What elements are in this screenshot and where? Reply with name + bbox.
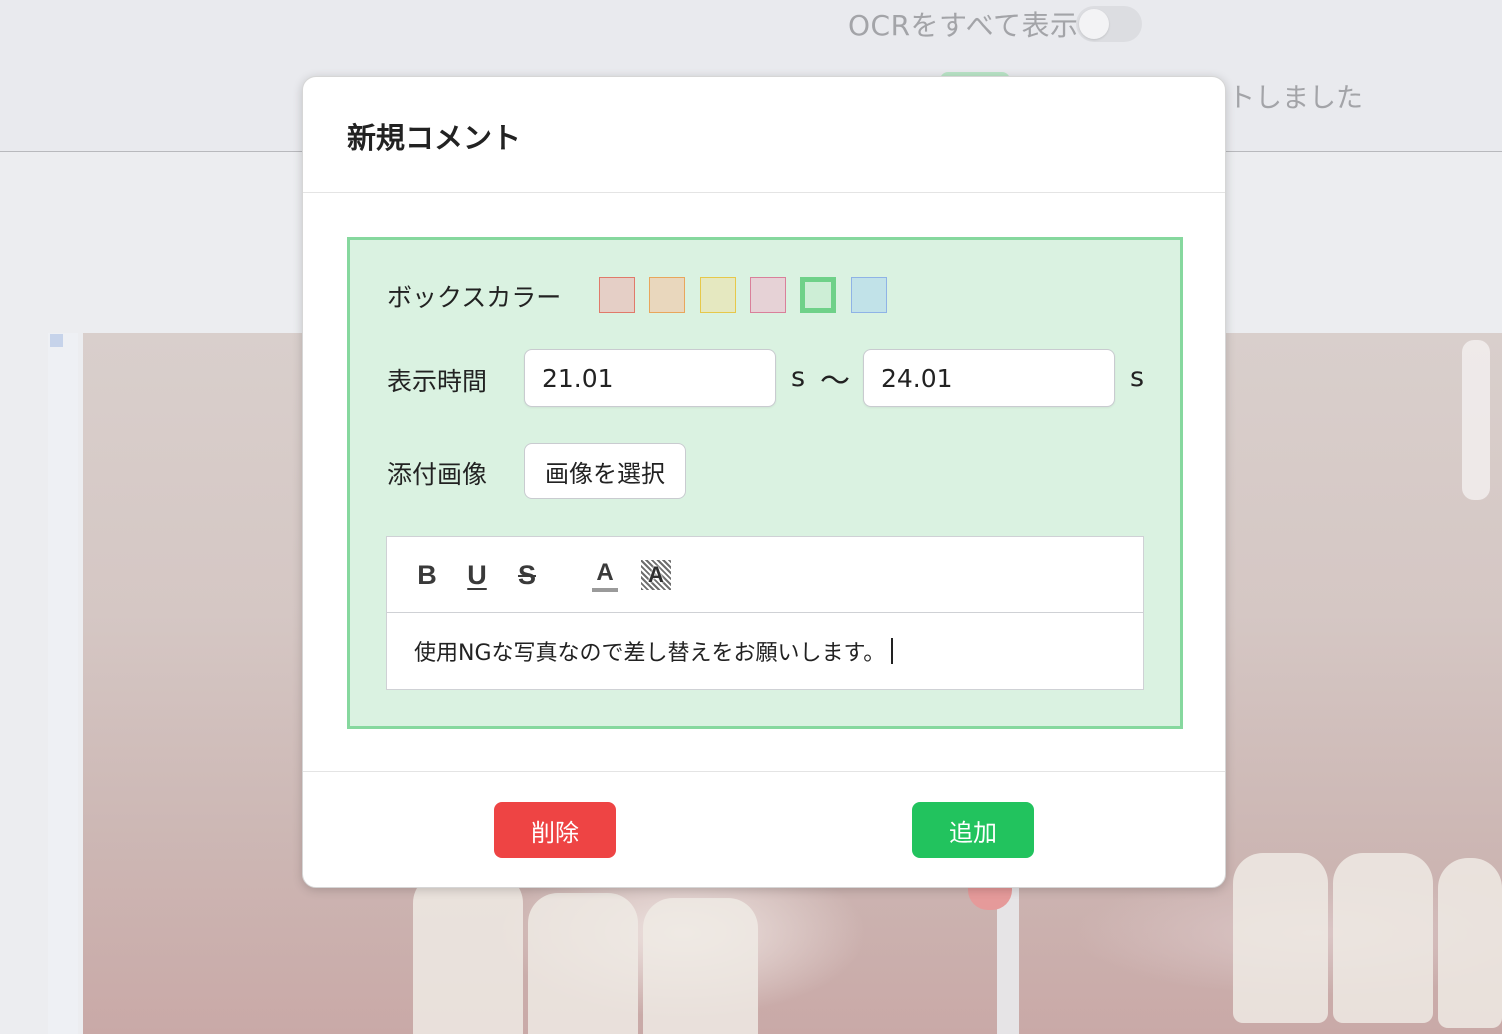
image-detail <box>1333 853 1433 1023</box>
image-detail <box>413 873 523 1034</box>
color-swatch-blue[interactable] <box>851 277 887 313</box>
comment-form-panel: ボックスカラー 表示時間 21.01 s 〜 24.01 s 添付画像 画像を選… <box>347 237 1183 729</box>
add-button[interactable]: 追加 <box>912 802 1034 858</box>
end-time-unit: s <box>1130 362 1145 393</box>
box-color-label: ボックスカラー <box>387 283 562 312</box>
background-color-icon: A <box>648 562 664 587</box>
selection-handle[interactable] <box>50 334 63 347</box>
end-time-value: 24.01 <box>881 363 953 393</box>
select-image-button[interactable]: 画像を選択 <box>524 443 686 499</box>
rich-text-editor: B U S A A 使用NGな写真なので差し替えをお願いします。 <box>386 536 1144 690</box>
start-time-value: 21.01 <box>542 363 614 393</box>
image-detail <box>1233 853 1328 1023</box>
end-time-input[interactable]: 24.01 <box>863 349 1115 407</box>
background-color-button[interactable]: A <box>641 560 671 590</box>
display-time-label: 表示時間 <box>387 367 488 396</box>
start-time-input[interactable]: 21.01 <box>524 349 776 407</box>
color-swatch-yellow[interactable] <box>700 277 736 313</box>
bold-button[interactable]: B <box>415 557 439 593</box>
color-swatch-pink[interactable] <box>750 277 786 313</box>
ocr-toggle[interactable] <box>1076 6 1142 42</box>
dialog-footer: 削除 追加 <box>303 771 1225 887</box>
text-color-icon: A <box>596 558 614 586</box>
delete-button[interactable]: 削除 <box>494 802 616 858</box>
color-swatch-green[interactable] <box>800 277 836 313</box>
start-time-unit: s <box>791 362 806 393</box>
new-comment-dialog: 新規コメント ボックスカラー 表示時間 21.01 s 〜 24.01 s 添付… <box>302 76 1226 888</box>
strikethrough-button[interactable]: S <box>515 557 539 593</box>
dialog-title: 新規コメント <box>347 120 522 155</box>
time-range-separator: 〜 <box>820 364 850 399</box>
image-highlight <box>1462 340 1490 500</box>
comment-text: 使用NGな写真なので差し替えをお願いします。 <box>414 641 886 666</box>
status-message: トしました <box>1228 83 1363 114</box>
color-swatch-red[interactable] <box>599 277 635 313</box>
left-scroll-strip <box>48 333 78 1034</box>
text-caret <box>891 638 894 664</box>
image-detail <box>528 893 638 1034</box>
image-detail <box>643 898 758 1034</box>
ocr-toggle-label: OCRをすべて表示 <box>848 9 1079 42</box>
color-swatch-orange[interactable] <box>649 277 685 313</box>
editor-content-area[interactable]: 使用NGな写真なので差し替えをお願いします。 <box>387 613 1143 667</box>
text-color-button[interactable]: A <box>591 557 619 593</box>
underline-button[interactable]: U <box>465 557 489 593</box>
dialog-header: 新規コメント <box>303 77 1225 193</box>
text-color-indicator <box>592 587 618 592</box>
attachment-label: 添付画像 <box>387 460 488 489</box>
image-detail <box>1438 858 1502 1028</box>
editor-toolbar: B U S A A <box>387 537 1143 613</box>
